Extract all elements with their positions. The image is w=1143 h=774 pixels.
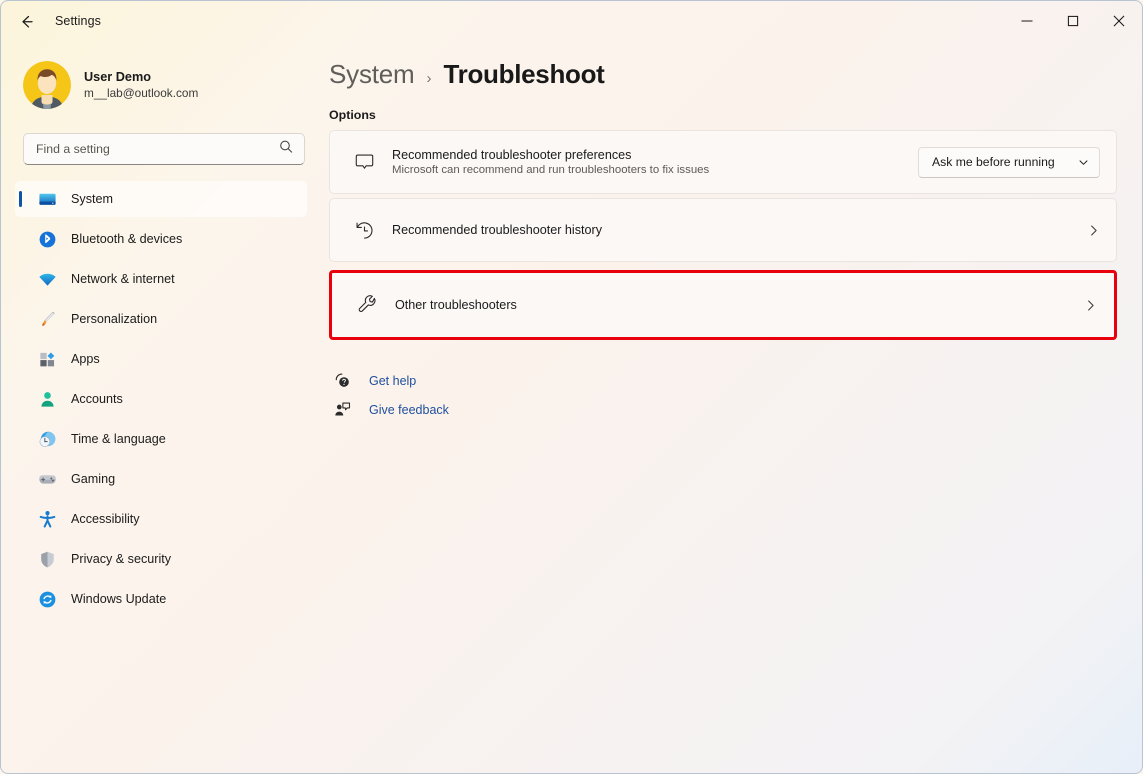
- get-help-icon: [332, 372, 352, 389]
- help-links: Get help Give feedback: [329, 366, 1117, 424]
- shield-icon: [37, 549, 57, 569]
- sidebar-item-personalization[interactable]: Personalization: [15, 301, 307, 337]
- apps-icon: [37, 349, 57, 369]
- sidebar-item-label: Accessibility: [71, 512, 140, 526]
- sidebar-item-label: Windows Update: [71, 592, 166, 606]
- card-recommended-troubleshooter-history[interactable]: Recommended troubleshooter history: [329, 198, 1117, 262]
- wifi-icon: [37, 269, 57, 289]
- sidebar-item-label: Gaming: [71, 472, 115, 486]
- bluetooth-icon: [37, 229, 57, 249]
- breadcrumb: System › Troubleshoot: [329, 59, 1117, 90]
- card-text: Recommended troubleshooter preferences M…: [392, 148, 918, 176]
- monitor-icon: [37, 189, 57, 209]
- sidebar-item-label: Time & language: [71, 432, 166, 446]
- close-button[interactable]: [1096, 1, 1142, 41]
- give-feedback-icon: [332, 401, 352, 418]
- sidebar-item-windows-update[interactable]: Windows Update: [15, 581, 307, 617]
- clock-globe-icon: [37, 429, 57, 449]
- main-content: System › Troubleshoot Options Recommende…: [321, 41, 1142, 773]
- wrench-icon: [349, 295, 385, 316]
- dropdown-value: Ask me before running: [932, 155, 1055, 169]
- card-subtitle: Microsoft can recommend and run troubles…: [392, 164, 918, 176]
- sidebar-item-label: Privacy & security: [71, 552, 171, 566]
- history-clock-icon: [346, 220, 382, 241]
- update-refresh-icon: [37, 589, 57, 609]
- back-arrow-icon: [18, 13, 35, 30]
- recommended-troubleshooter-preferences-dropdown[interactable]: Ask me before running: [918, 147, 1100, 178]
- sidebar-item-label: Apps: [71, 352, 100, 366]
- card-recommended-troubleshooter-preferences[interactable]: Recommended troubleshooter preferences M…: [329, 130, 1117, 194]
- link-label: Give feedback: [369, 403, 449, 417]
- get-help-link[interactable]: Get help: [332, 366, 422, 395]
- window-controls: [1004, 1, 1142, 41]
- card-other-troubleshooters[interactable]: Other troubleshooters: [332, 273, 1114, 337]
- search-input[interactable]: [24, 134, 304, 164]
- profile-email: m__lab@outlook.com: [84, 86, 198, 100]
- sidebar-item-label: Network & internet: [71, 272, 175, 286]
- maximize-icon: [1067, 15, 1079, 27]
- sidebar: User Demo m__lab@outlook.com: [1, 41, 321, 773]
- chevron-right-icon: [1072, 299, 1097, 312]
- link-label: Get help: [369, 374, 416, 388]
- title-bar: Settings: [1, 1, 1142, 41]
- section-label: Options: [329, 108, 1117, 122]
- breadcrumb-parent[interactable]: System: [329, 59, 414, 90]
- paintbrush-icon: [37, 309, 57, 329]
- close-icon: [1113, 15, 1125, 27]
- speech-bubble-icon: [346, 152, 382, 173]
- sidebar-item-accounts[interactable]: Accounts: [15, 381, 307, 417]
- profile-section[interactable]: User Demo m__lab@outlook.com: [13, 41, 309, 113]
- sidebar-item-network-internet[interactable]: Network & internet: [15, 261, 307, 297]
- sidebar-item-bluetooth-devices[interactable]: Bluetooth & devices: [15, 221, 307, 257]
- maximize-button[interactable]: [1050, 1, 1096, 41]
- chevron-right-icon: [1075, 224, 1100, 237]
- chevron-down-icon: [1078, 157, 1089, 168]
- sidebar-item-gaming[interactable]: Gaming: [15, 461, 307, 497]
- page-title: Troubleshoot: [443, 59, 604, 90]
- sidebar-item-privacy-security[interactable]: Privacy & security: [15, 541, 307, 577]
- breadcrumb-separator-icon: ›: [426, 70, 431, 87]
- accessibility-icon: [37, 509, 57, 529]
- card-text: Other troubleshooters: [395, 298, 1072, 312]
- back-button[interactable]: [9, 6, 43, 36]
- sidebar-item-label: Accounts: [71, 392, 123, 406]
- user-avatar-icon: [23, 61, 71, 109]
- sidebar-item-accessibility[interactable]: Accessibility: [15, 501, 307, 537]
- minimize-icon: [1021, 15, 1033, 27]
- card-title: Other troubleshooters: [395, 298, 1072, 312]
- person-icon: [37, 389, 57, 409]
- profile-text: User Demo m__lab@outlook.com: [84, 70, 198, 100]
- sidebar-nav: System Bluetooth & devices: [13, 181, 309, 617]
- sidebar-item-apps[interactable]: Apps: [15, 341, 307, 377]
- settings-window: Settings: [0, 0, 1143, 774]
- window-title: Settings: [55, 14, 101, 28]
- sidebar-item-system[interactable]: System: [15, 181, 307, 217]
- card-title: Recommended troubleshooter history: [392, 223, 1075, 237]
- sidebar-item-label: System: [71, 192, 113, 206]
- avatar: [23, 61, 71, 109]
- card-title: Recommended troubleshooter preferences: [392, 148, 918, 162]
- sidebar-item-label: Bluetooth & devices: [71, 232, 182, 246]
- profile-name: User Demo: [84, 70, 198, 84]
- minimize-button[interactable]: [1004, 1, 1050, 41]
- sidebar-item-time-language[interactable]: Time & language: [15, 421, 307, 457]
- give-feedback-link[interactable]: Give feedback: [332, 395, 455, 424]
- card-text: Recommended troubleshooter history: [392, 223, 1075, 237]
- highlight-box-other-troubleshooters: Other troubleshooters: [329, 270, 1117, 340]
- gamepad-icon: [37, 469, 57, 489]
- sidebar-item-label: Personalization: [71, 312, 157, 326]
- search-box[interactable]: [23, 133, 305, 165]
